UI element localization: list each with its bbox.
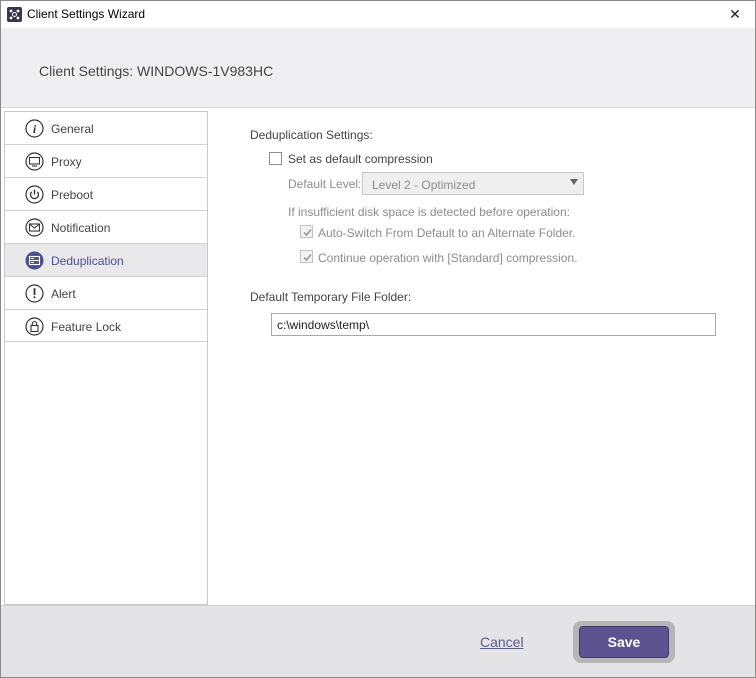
sidebar-item-label: Alert [51, 287, 76, 301]
title-bar: Client Settings Wizard ✕ [1, 1, 755, 28]
sidebar-item-label: Notification [51, 221, 111, 235]
cancel-button[interactable]: Cancel [480, 634, 524, 650]
temp-folder-label: Default Temporary File Folder: [250, 290, 412, 304]
sidebar-item-proxy[interactable]: Proxy [5, 144, 207, 177]
deduplication-panel: Deduplication Settings: Set as default c… [208, 111, 755, 605]
continue-standard-label: Continue operation with [Standard] compr… [318, 251, 578, 265]
auto-switch-checkbox[interactable] [300, 225, 313, 238]
sidebar-item-label: Deduplication [51, 254, 124, 268]
lock-icon [25, 317, 44, 336]
insufficient-space-label: If insufficient disk space is detected b… [288, 205, 570, 219]
exclamation-icon [25, 284, 44, 303]
sidebar-item-label: Feature Lock [51, 320, 122, 334]
checkmark-icon [303, 253, 312, 262]
sidebar-item-label: Preboot [51, 188, 94, 202]
save-button[interactable]: Save [579, 626, 669, 658]
app-logo-icon [7, 7, 22, 22]
sidebar-item-general[interactable]: i General [5, 111, 207, 144]
sidebar-item-feature-lock[interactable]: Feature Lock [5, 309, 207, 342]
close-button[interactable]: ✕ [715, 1, 755, 28]
svg-text:i: i [33, 122, 37, 136]
default-compression-checkbox[interactable] [269, 152, 282, 165]
deduplication-icon [25, 251, 44, 270]
sidebar-item-preboot[interactable]: Preboot [5, 177, 207, 210]
default-level-value: Level 2 - Optimized [372, 178, 476, 192]
default-compression-label: Set as default compression [288, 152, 433, 166]
chevron-down-icon [570, 179, 578, 185]
sidebar-nav: i General Proxy Preboot Notification Ded… [4, 111, 208, 605]
save-button-focus-ring: Save [573, 621, 675, 663]
client-settings-window: Client Settings Wizard ✕ Client Settings… [0, 0, 756, 678]
checkmark-icon [303, 228, 312, 237]
sidebar-item-label: General [51, 122, 94, 136]
sidebar-item-alert[interactable]: Alert [5, 276, 207, 309]
sidebar-item-notification[interactable]: Notification [5, 210, 207, 243]
default-level-label: Default Level: [288, 177, 362, 191]
section-label: Deduplication Settings: [250, 128, 373, 142]
temp-folder-input[interactable] [271, 313, 716, 336]
monitor-icon [25, 152, 44, 171]
power-icon [25, 185, 44, 204]
auto-switch-label: Auto-Switch From Default to an Alternate… [318, 226, 576, 240]
sidebar-item-deduplication[interactable]: Deduplication [5, 243, 207, 276]
sidebar-item-label: Proxy [51, 155, 82, 169]
window-title: Client Settings Wizard [27, 7, 146, 21]
close-icon: ✕ [729, 6, 741, 22]
wizard-header: Client Settings: WINDOWS-1V983HC [1, 28, 755, 108]
continue-standard-checkbox[interactable] [300, 250, 313, 263]
wizard-footer: Cancel Save [1, 605, 755, 677]
envelope-icon [25, 218, 44, 237]
page-title: Client Settings: WINDOWS-1V983HC [39, 63, 274, 79]
info-icon: i [25, 119, 44, 138]
default-level-select[interactable]: Level 2 - Optimized [362, 172, 584, 195]
